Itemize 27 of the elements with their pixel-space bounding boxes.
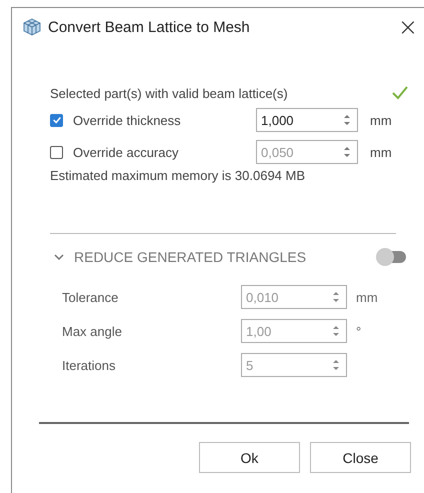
chevron-down-icon[interactable] bbox=[54, 254, 64, 260]
spinner-arrows-icon[interactable] bbox=[343, 113, 351, 127]
number-field[interactable]: 1,000 bbox=[256, 108, 358, 132]
dialog-button[interactable]: Ok bbox=[199, 442, 300, 473]
spinner-arrows-icon[interactable] bbox=[332, 358, 340, 372]
field-label: Iterations bbox=[61, 358, 116, 372]
unit-label: mm bbox=[356, 290, 378, 304]
unit-label: ° bbox=[356, 324, 362, 338]
checkbox-label: Override thickness bbox=[73, 112, 182, 128]
section-title: REDUCE GENERATED TRIANGLES bbox=[74, 249, 306, 265]
status-text: Selected part(s) with valid beam lattice(s) bbox=[50, 86, 288, 100]
spinner-arrows-icon[interactable] bbox=[332, 290, 340, 304]
field-label: Max angle bbox=[61, 324, 123, 338]
field-label: Tolerance bbox=[61, 290, 120, 304]
checkbox-label: Override accuracy bbox=[73, 144, 180, 160]
unit-label: mm bbox=[370, 144, 392, 160]
dialog-button[interactable]: Close bbox=[310, 442, 411, 473]
memory-text: Estimated maximum memory is 30.0694 MB bbox=[50, 168, 306, 183]
unit-label: mm bbox=[370, 112, 392, 128]
checkbox[interactable] bbox=[50, 146, 63, 158]
close-button[interactable]: × bbox=[394, 15, 422, 39]
checkbox[interactable] bbox=[50, 114, 63, 126]
toggle-switch[interactable] bbox=[378, 251, 406, 263]
spinner-arrows-icon[interactable] bbox=[343, 145, 351, 159]
spinner-arrows-icon[interactable] bbox=[332, 324, 340, 338]
lattice-cube-icon bbox=[22, 17, 42, 37]
window-title: Convert Beam Lattice to Mesh bbox=[48, 18, 250, 36]
